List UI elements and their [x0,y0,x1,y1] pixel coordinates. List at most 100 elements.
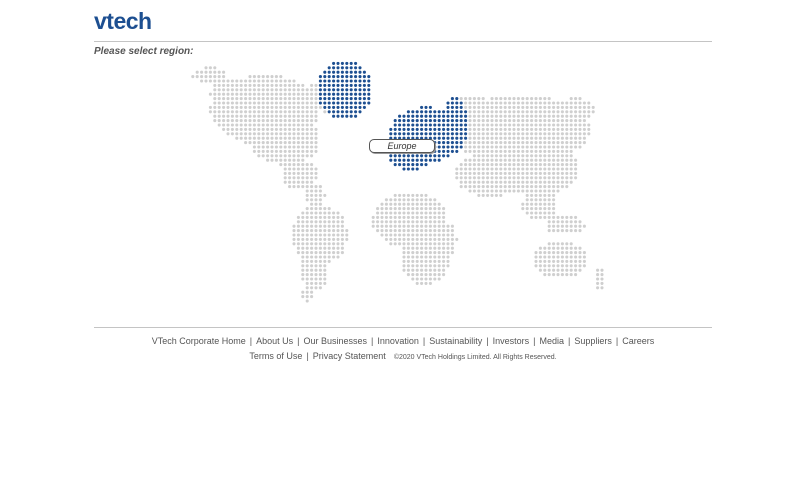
map-dot-europe [327,70,331,74]
footer-link-suppliers[interactable]: Suppliers [574,336,612,346]
map-dot-europe [332,88,336,92]
map-dot [301,119,305,123]
map-dot [486,145,490,149]
map-dot [534,171,538,175]
map-dot [217,97,221,101]
map-dot [266,97,270,101]
map-dot [310,211,314,215]
map-dot [556,264,560,268]
map-dot [411,211,415,215]
map-dot [442,215,446,219]
map-dot [508,167,512,171]
map-dot [503,119,507,123]
footer-separator: | [615,336,619,346]
map-dot [534,97,538,101]
map-dot [538,97,542,101]
map-dot [530,101,534,105]
map-dot [288,145,292,149]
map-dot-europe [367,83,371,87]
map-dot [384,211,388,215]
footer-link-about-us[interactable]: About Us [256,336,293,346]
footer-link-corporate-home[interactable]: VTech Corporate Home [152,336,246,346]
map-dot [574,251,578,255]
map-dot [283,123,287,127]
map-dot [560,114,564,118]
map-dot [468,171,472,175]
map-dot [437,246,441,250]
footer-link-privacy-statement[interactable]: Privacy Statement [313,351,386,361]
map-dot [292,101,296,105]
map-dot [530,110,534,114]
map-dot [230,92,234,96]
map-dot-europe [362,105,366,109]
map-dot [217,101,221,105]
map-dot-europe [358,101,362,105]
map-dot [270,141,274,145]
map-dot [314,229,318,233]
map-dot [538,259,542,263]
map-dot [459,176,463,180]
map-dot-europe [424,132,428,136]
map-dot [279,141,283,145]
map-dot [213,110,217,114]
map-dot [521,185,525,189]
map-dot [472,145,476,149]
map-dot [288,123,292,127]
footer-link-terms-of-use[interactable]: Terms of Use [249,351,302,361]
map-dot [406,229,410,233]
footer-link-innovation[interactable]: Innovation [377,336,419,346]
map-dot [288,163,292,167]
map-dot [420,220,424,224]
map-dot [433,229,437,233]
map-dot [534,255,538,259]
map-dot [213,70,217,74]
footer-separator: | [297,336,300,346]
map-dot [248,127,252,131]
vtech-logo[interactable]: vtech [94,8,152,35]
map-dot [239,101,243,105]
map-dot [314,237,318,241]
map-dot [494,114,498,118]
map-dot [288,97,292,101]
map-dot [530,97,534,101]
footer-link-media[interactable]: Media [540,336,565,346]
map-dot [534,110,538,114]
map-dot [547,158,551,162]
map-dot [464,171,468,175]
map-dot [543,264,547,268]
map-dot [538,145,542,149]
map-dot [450,229,454,233]
world-map[interactable] [180,55,630,305]
map-dot [477,114,481,118]
map-dot [552,189,556,193]
map-dot [556,145,560,149]
map-dot [516,154,520,158]
map-dot [318,277,322,281]
map-dot [433,277,437,281]
map-dot [578,123,582,127]
map-dot [424,193,428,197]
map-dot [252,132,256,136]
footer-link-our-businesses[interactable]: Our Businesses [304,336,368,346]
map-dot [486,123,490,127]
map-dot [292,224,296,228]
map-dot [411,207,415,211]
map-dot [490,154,494,158]
map-dot [433,259,437,263]
map-dot [376,211,380,215]
footer-link-investors[interactable]: Investors [493,336,530,346]
map-dot [288,141,292,145]
map-dot [314,207,318,211]
map-dot [530,167,534,171]
region-label-europe[interactable]: Europe [369,139,435,153]
map-dot-europe [455,119,459,123]
footer-link-sustainability[interactable]: Sustainability [429,336,482,346]
map-dot [525,123,529,127]
map-dot [538,123,542,127]
map-dot-europe [345,66,349,70]
map-dot-europe [340,114,344,118]
map-dot [464,185,468,189]
map-dot [296,176,300,180]
footer-link-careers[interactable]: Careers [622,336,654,346]
dotted-world-map-graphic[interactable] [180,55,630,305]
